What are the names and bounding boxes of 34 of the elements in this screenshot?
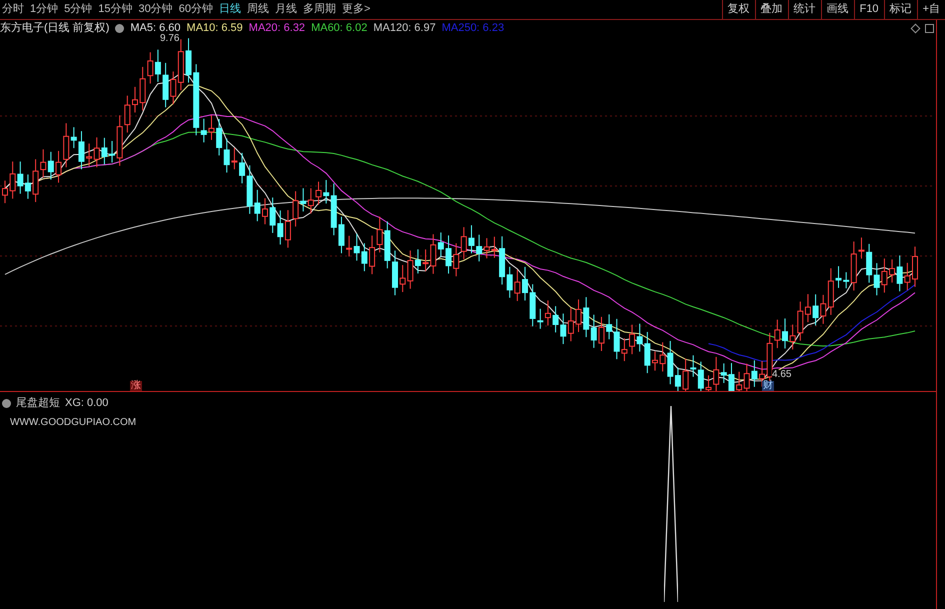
- high-price-label: 9.76: [160, 34, 180, 44]
- period-tab[interactable]: 日线: [219, 1, 241, 18]
- indicator-title: 尾盘超短: [16, 396, 60, 411]
- ma-legend: MA120: 6.97: [373, 20, 436, 36]
- indicator-note: WWW.GOODGUPIAO.COM: [9, 416, 136, 430]
- toolbar-button[interactable]: 画线: [820, 0, 854, 19]
- stock-title: 东方电子(日线 前复权): [0, 20, 110, 36]
- period-tab[interactable]: 30分钟: [138, 1, 173, 18]
- toolbar-button[interactable]: 复权: [722, 0, 755, 19]
- rise-marker[interactable]: 涨: [130, 381, 142, 391]
- toolbar-button[interactable]: 统计: [788, 0, 821, 19]
- period-tab[interactable]: 15分钟: [98, 1, 132, 18]
- period-tab[interactable]: 周线: [247, 1, 269, 18]
- finance-marker[interactable]: 财: [762, 381, 774, 391]
- ma-legend: MA10: 6.59: [186, 20, 243, 36]
- toolbar-button[interactable]: 标记: [884, 0, 917, 19]
- period-tab[interactable]: 月线: [275, 1, 297, 18]
- period-tab[interactable]: 更多>: [342, 1, 370, 18]
- collapse-icon[interactable]: [2, 398, 11, 408]
- ma-legend: MA250: 6.23: [442, 20, 504, 36]
- ma-legend: MA20: 6.32: [248, 20, 306, 36]
- period-tab[interactable]: 1分钟: [30, 1, 58, 18]
- panel-icon[interactable]: [925, 24, 934, 32]
- period-tab[interactable]: 分时: [2, 1, 24, 18]
- period-tab[interactable]: 5分钟: [64, 1, 92, 18]
- period-tab[interactable]: 60分钟: [178, 1, 213, 18]
- toolbar-button[interactable]: +自: [916, 0, 945, 19]
- low-price-label: 4.65: [772, 370, 792, 380]
- toolbar-button[interactable]: F10: [854, 0, 884, 19]
- indicator-reading: XG: 0.00: [65, 396, 108, 411]
- ma-legend: MA60: 6.02: [311, 20, 368, 36]
- period-tab[interactable]: 多周期: [303, 1, 336, 18]
- toolbar-button[interactable]: 叠加: [754, 0, 788, 19]
- settings-icon[interactable]: [115, 24, 124, 32]
